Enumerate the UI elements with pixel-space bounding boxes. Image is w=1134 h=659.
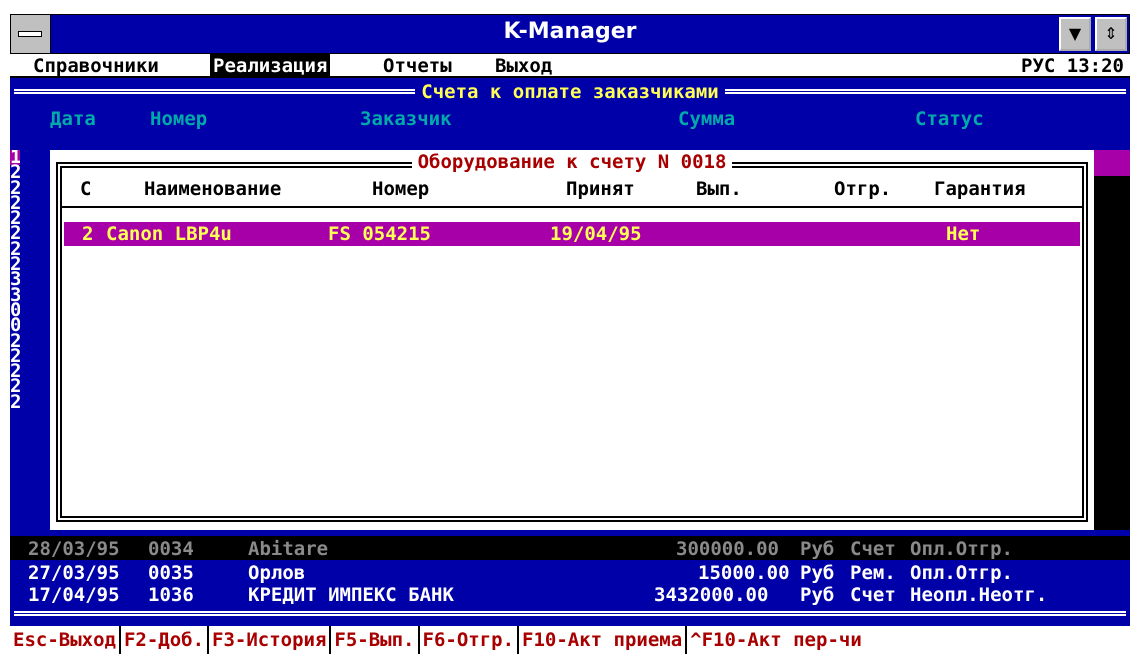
column-header-number[interactable]: Номер bbox=[372, 178, 429, 200]
column-header-status[interactable]: Статус bbox=[915, 108, 984, 130]
column-header-c[interactable]: С bbox=[80, 178, 91, 200]
cell-number: 1036 bbox=[148, 584, 194, 606]
cell-customer: Орлов bbox=[248, 562, 306, 584]
cell-number: 0034 bbox=[148, 538, 194, 560]
cell-status: Неопл.Неотг. bbox=[910, 584, 1048, 606]
cell-amount: 3432000.00 bbox=[654, 584, 769, 606]
fkey-f2-add[interactable]: F2-Доб. bbox=[121, 626, 210, 654]
fkey-f5-done[interactable]: F5-Вып. bbox=[331, 626, 420, 654]
cell-date: 17/04/95 bbox=[28, 584, 120, 606]
arrow-updown-icon: ⇕ bbox=[1104, 24, 1118, 43]
function-key-bar: Esc-Выход F2-Доб. F3-История F5-Вып. F6-Отгр… bbox=[10, 626, 1130, 654]
dialog-title: Оборудование к счету N 0018 bbox=[50, 151, 1094, 173]
cell-customer: КРЕДИТ ИМПЕКС БАНК bbox=[248, 584, 454, 606]
cell-currency: Руб bbox=[800, 584, 835, 606]
column-header-shipped[interactable]: Отгр. bbox=[834, 178, 891, 200]
cell-customer: Abitare bbox=[248, 538, 329, 560]
column-header-accepted[interactable]: Принят bbox=[566, 178, 635, 200]
arrow-down-icon: ▼ bbox=[1068, 24, 1082, 43]
cell-date: 28/03/95 bbox=[28, 538, 120, 560]
window-frame-bottom bbox=[14, 611, 1126, 616]
restore-button[interactable]: ⇕ bbox=[1095, 17, 1127, 51]
minimize-button[interactable]: ▼ bbox=[1059, 17, 1091, 51]
cell-doc: Рем. bbox=[850, 562, 896, 584]
equipment-dialog: Оборудование к счету N 0018 С Наименован… bbox=[50, 150, 1094, 530]
fkey-f6-ship[interactable]: F6-Отгр. bbox=[420, 626, 520, 654]
cell-c: 2 bbox=[82, 223, 94, 245]
menu-bar: Справочники Реализация Отчеты Выход РУС … bbox=[10, 54, 1130, 78]
cell-doc: Счет bbox=[850, 538, 896, 560]
scroll-thumb[interactable] bbox=[1094, 150, 1130, 176]
list-window-title: Счета к оплате заказчиками bbox=[10, 81, 1130, 103]
cell-doc: Счет bbox=[850, 584, 896, 606]
column-header-number[interactable]: Номер bbox=[150, 108, 207, 130]
cell-amount: 300000.00 bbox=[676, 538, 779, 560]
column-header-name[interactable]: Наименование bbox=[144, 178, 281, 200]
menu-item-directories[interactable]: Справочники bbox=[30, 54, 162, 78]
column-header-amount[interactable]: Сумма bbox=[678, 108, 735, 130]
fkey-esc-exit[interactable]: Esc-Выход bbox=[10, 626, 121, 654]
cell-name: Canon LBP4u bbox=[106, 223, 232, 245]
cell-currency: Руб bbox=[800, 538, 835, 560]
cell-currency: Руб bbox=[800, 562, 835, 584]
status-clock: РУС 13:20 bbox=[1021, 55, 1124, 77]
cell-status: Опл.Отгр. bbox=[910, 538, 1013, 560]
cell-status: Опл.Отгр. bbox=[910, 562, 1013, 584]
column-header-warranty[interactable]: Гарантия bbox=[934, 178, 1026, 200]
column-header-customer[interactable]: Заказчик bbox=[360, 108, 452, 130]
cell-number: 0035 bbox=[148, 562, 194, 584]
fkey-f3-history[interactable]: F3-История bbox=[209, 626, 332, 654]
header-divider bbox=[62, 206, 1082, 208]
fkey-ctrl-f10-transfer-act[interactable]: ^F10-Акт пер-чи bbox=[687, 626, 865, 654]
menu-item-sales[interactable]: Реализация bbox=[210, 54, 331, 78]
dialog-frame-inner bbox=[60, 166, 1084, 518]
column-header-date[interactable]: Дата bbox=[50, 108, 96, 130]
column-header-done[interactable]: Вып. bbox=[696, 178, 742, 200]
cell-date: 27/03/95 bbox=[28, 562, 120, 584]
menu-item-exit[interactable]: Выход bbox=[492, 54, 555, 78]
dos-screen: Справочники Реализация Отчеты Выход РУС … bbox=[10, 54, 1130, 654]
cell-warranty: Нет bbox=[946, 223, 981, 245]
fkey-f10-acceptance-act[interactable]: F10-Акт приема bbox=[519, 626, 688, 654]
selected-equipment-row[interactable]: 2 Canon LBP4u FS 054215 19/04/95 Нет bbox=[64, 222, 1080, 246]
cell-number: FS 054215 bbox=[328, 223, 431, 245]
title-bar[interactable]: K-Manager ▼ ⇕ bbox=[10, 14, 1130, 54]
window-title: K-Manager bbox=[503, 19, 637, 44]
cell-accepted: 19/04/95 bbox=[550, 223, 642, 245]
cell-amount: 15000.00 bbox=[698, 562, 790, 584]
app-window: K-Manager ▼ ⇕ Справочники Реализация Отч… bbox=[0, 0, 1134, 659]
row-date-edge: 1 2 2 2 2 2 2 2 3 3 0 0 2 2 2 2 2 bbox=[10, 150, 20, 411]
scroll-strip[interactable] bbox=[1094, 150, 1130, 530]
menu-item-reports[interactable]: Отчеты bbox=[380, 54, 455, 78]
